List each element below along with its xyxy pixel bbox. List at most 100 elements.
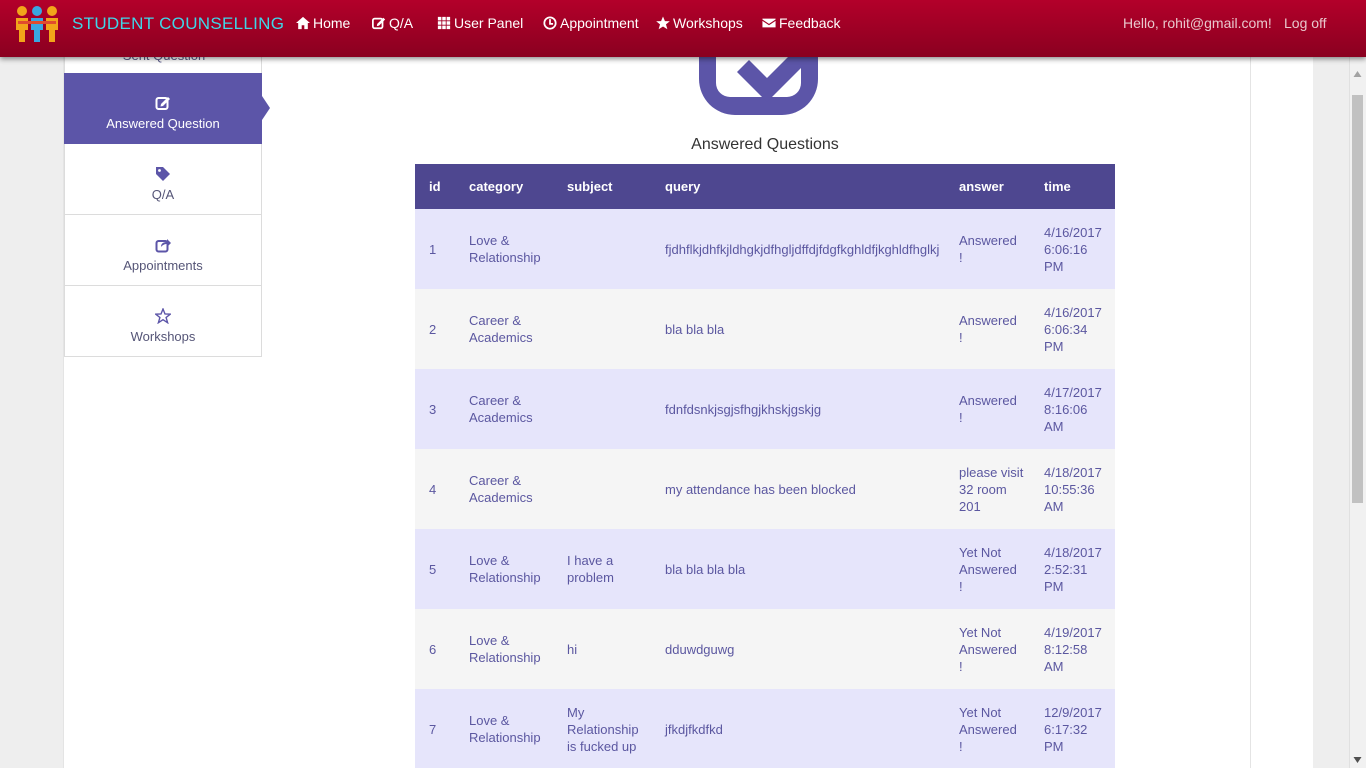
user-greeting: Hello, rohit@gmail.com! (1123, 15, 1272, 31)
table-row: 6 Love & Relationship hi dduwdguwg Yet N… (415, 609, 1115, 689)
brand-title: STUDENT COUNSELLING (72, 14, 285, 33)
cell-time: 4/17/2017 8:16:06 AM (1044, 384, 1102, 434)
share-icon (155, 239, 171, 253)
table-row: 5 Love & Relationship I have a problem b… (415, 529, 1115, 609)
cell-answer: Yet Not Answered ! (959, 544, 1017, 594)
sidebar-item-label: Workshops (130, 329, 196, 344)
scrollbar-thumb[interactable] (1352, 95, 1363, 503)
table-row: 7 Love & Relationship My Relationship is… (415, 689, 1115, 768)
cell-id: 7 (429, 721, 437, 737)
cell-category: Career & Academics (469, 313, 533, 345)
sidebar-item-workshops[interactable]: Workshops (64, 286, 262, 357)
edit-icon (155, 97, 170, 110)
cell-answer: Yet Not Answered ! (959, 704, 1017, 754)
table-row: 3 Career & Academics fdnfdsnkjsgjsfhgjkh… (415, 369, 1115, 449)
people-logo-icon (16, 6, 58, 42)
sidebar-item-label: Answered Question (106, 116, 220, 131)
cell-subject: My Relationship is fucked up (567, 704, 639, 754)
cell-query: dduwdguwg (665, 641, 735, 657)
cell-id: 4 (429, 481, 437, 497)
right-gutter (1251, 0, 1313, 768)
column-header-query: query (665, 179, 701, 194)
cell-query: fjdhflkjdhfkjldhgkjdfhgljdffdjfdgfkghldf… (665, 241, 940, 257)
nav-home[interactable]: Home (296, 13, 350, 33)
table-header-row: id category subject query answer time (415, 164, 1115, 209)
cell-category: Love & Relationship (469, 713, 541, 745)
grid-icon (437, 16, 451, 30)
scroll-down-arrow-icon[interactable] (1353, 756, 1362, 764)
cell-category: Love & Relationship (469, 553, 541, 585)
cell-id: 5 (429, 561, 437, 577)
column-header-id: id (429, 179, 441, 194)
cell-category: Love & Relationship (469, 233, 541, 265)
cell-answer: Yet Not Answered ! (959, 624, 1017, 674)
cell-subject (553, 449, 651, 529)
nav-label: Appointment (560, 15, 639, 31)
top-navbar: STUDENT COUNSELLING Home Q/A User Panel … (0, 0, 1366, 57)
logoff-label: Log off (1284, 15, 1327, 31)
cell-answer: please visit 32 room 201 (959, 464, 1024, 514)
cell-category: Career & Academics (469, 473, 533, 505)
cell-time: 4/18/2017 2:52:31 PM (1044, 544, 1102, 594)
cell-query: fdnfdsnkjsgjsfhgjkhskjgskjg (665, 401, 822, 417)
user-greeting-link[interactable]: Hello, rohit@gmail.com! (1123, 13, 1272, 33)
cell-query: bla bla bla bla (665, 561, 746, 577)
scroll-up-arrow-icon[interactable] (1353, 70, 1362, 78)
column-header-category: category (469, 179, 524, 194)
column-header-answer: answer (959, 179, 1004, 194)
active-indicator (262, 96, 270, 120)
cell-category: Career & Academics (469, 393, 533, 425)
cell-query: jfkdjfkdfkd (665, 721, 723, 737)
sidebar-item-appointments[interactable]: Appointments (64, 215, 262, 286)
table-row: 1 Love & Relationship fjdhflkjdhfkjldhgk… (415, 209, 1115, 289)
cell-time: 4/19/2017 8:12:58 AM (1044, 624, 1102, 674)
cell-time: 12/9/2017 6:17:32 PM (1044, 704, 1102, 754)
nav-user-panel[interactable]: User Panel (437, 13, 523, 33)
cell-id: 6 (429, 641, 437, 657)
nav-label: Workshops (673, 15, 743, 31)
cell-subject (553, 209, 651, 289)
tag-icon (156, 167, 170, 181)
cell-answer: Answered ! (959, 233, 1017, 265)
star-outline-icon (155, 308, 171, 324)
home-icon (296, 16, 310, 30)
sidebar-item-qa[interactable]: Q/A (64, 144, 262, 215)
page-title: Answered Questions (691, 136, 839, 153)
nav-label: Feedback (779, 15, 841, 31)
nav-feedback[interactable]: Feedback (762, 13, 840, 33)
nav-label: User Panel (454, 15, 524, 31)
cell-time: 4/16/2017 6:06:16 PM (1044, 224, 1102, 274)
cell-query: my attendance has been blocked (665, 481, 856, 497)
nav-qa[interactable]: Q/A (372, 13, 413, 33)
star-icon (656, 16, 670, 30)
nav-workshops[interactable]: Workshops (656, 13, 743, 33)
cell-subject (553, 289, 651, 369)
cell-answer: Answered ! (959, 393, 1017, 425)
edit-icon (372, 17, 386, 30)
nav-appointment[interactable]: Appointment (543, 13, 639, 33)
cell-id: 1 (429, 241, 437, 257)
envelope-icon (762, 18, 776, 28)
logoff-link[interactable]: Log off (1284, 13, 1327, 33)
table-row: 4 Career & Academics my attendance has b… (415, 449, 1115, 529)
sidebar-item-label: Q/A (151, 187, 175, 202)
cell-id: 3 (429, 401, 437, 417)
sidebar-item-answered-question[interactable]: Answered Question (64, 73, 262, 144)
nav-label: Q/A (389, 15, 414, 31)
clock-icon (543, 16, 557, 30)
cell-category: Love & Relationship (469, 633, 541, 665)
cell-query: bla bla bla (665, 321, 725, 337)
cell-time: 4/18/2017 10:55:36 AM (1044, 464, 1102, 514)
cell-time: 4/16/2017 6:06:34 PM (1044, 304, 1102, 354)
answered-questions-table: id category subject query answer time 1 … (415, 164, 1115, 768)
cell-subject: I have a problem (567, 553, 614, 585)
cell-subject: hi (567, 641, 578, 657)
brand-link[interactable]: STUDENT COUNSELLING (14, 4, 284, 44)
column-header-subject: subject (567, 179, 613, 194)
cell-subject (553, 369, 651, 449)
column-header-time: time (1044, 179, 1071, 194)
cell-id: 2 (429, 321, 437, 337)
sidebar-item-label: Appointments (123, 258, 203, 273)
table-row: 2 Career & Academics bla bla bla Answere… (415, 289, 1115, 369)
cell-answer: Answered ! (959, 313, 1017, 345)
